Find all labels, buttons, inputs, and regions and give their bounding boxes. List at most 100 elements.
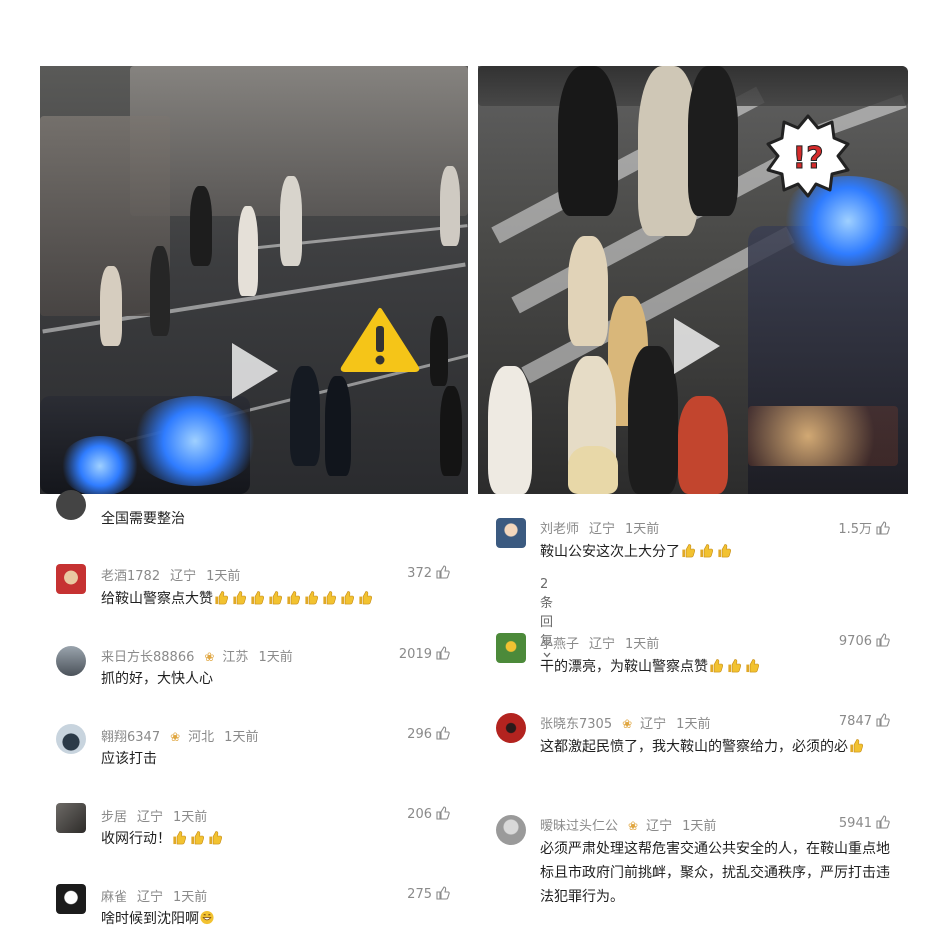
comment-location: 河北 bbox=[188, 730, 215, 745]
comment-body: 干的漂亮，为鞍山警察点赞 bbox=[540, 657, 762, 677]
like-count: 372 bbox=[407, 566, 432, 581]
thumb-emoji-row bbox=[171, 831, 225, 847]
like-button[interactable]: 2019 bbox=[390, 646, 450, 662]
thumbs-up-icon bbox=[436, 565, 450, 579]
comment-text: 应该打击 bbox=[101, 751, 157, 767]
comment-author[interactable]: 暧昧过头仁公 bbox=[540, 819, 618, 834]
verified-badge-icon: ❀ bbox=[622, 717, 633, 731]
comment-time: 1天前 bbox=[173, 890, 208, 905]
thumbs-up-emoji-icon bbox=[287, 591, 301, 605]
avatar[interactable] bbox=[56, 803, 86, 833]
avatar[interactable] bbox=[496, 713, 526, 743]
comment-meta: 步居 辽宁 1天前 bbox=[101, 806, 217, 825]
comment-location: 辽宁 bbox=[640, 717, 667, 732]
thumbs-up-emoji-icon bbox=[191, 831, 205, 845]
like-button[interactable]: 9706 bbox=[822, 633, 890, 649]
like-button[interactable]: 1.5万 bbox=[822, 518, 890, 537]
thumbs-up-icon bbox=[436, 646, 450, 660]
comment-location: 辽宁 bbox=[646, 819, 673, 834]
comment-author[interactable]: 小燕子 bbox=[540, 637, 579, 652]
thumbs-up-emoji-icon bbox=[269, 591, 283, 605]
comment-text: 这都激起民愤了，我大鞍山的警察给力，必须的必 bbox=[540, 739, 848, 755]
comment-author[interactable]: 来日方长88866 bbox=[101, 650, 194, 665]
grin-emoji-icon bbox=[200, 910, 214, 925]
comment-text: 必须严肃处理这帮危害交通公共安全的人，在鞍山重点地标且市政府门前挑衅，聚众，扰乱… bbox=[540, 841, 890, 905]
like-count: 296 bbox=[407, 727, 432, 742]
avatar[interactable] bbox=[56, 884, 86, 914]
avatar[interactable] bbox=[56, 564, 86, 594]
thumbs-up-emoji-icon bbox=[682, 544, 696, 558]
thumbs-up-emoji-icon bbox=[341, 591, 355, 605]
comment-text: 鞍山公安这次上大分了 bbox=[540, 544, 680, 560]
thumbs-up-emoji-icon bbox=[728, 659, 742, 673]
thumbs-up-icon bbox=[436, 726, 450, 740]
svg-text:!?: !? bbox=[792, 141, 823, 176]
thumbs-up-emoji-icon bbox=[209, 831, 223, 845]
shock-exclaim-icon: !? bbox=[766, 114, 850, 198]
comment-time: 1天前 bbox=[224, 730, 259, 745]
like-count: 9706 bbox=[838, 634, 872, 649]
comment-location: 辽宁 bbox=[589, 637, 616, 652]
play-icon[interactable] bbox=[232, 343, 278, 399]
avatar[interactable] bbox=[496, 815, 526, 845]
thumbs-up-emoji-icon bbox=[173, 831, 187, 845]
comment-text: 给鞍山警察点大赞 bbox=[101, 591, 213, 607]
comment-meta: 张晓东7305 ❀ 辽宁 1天前 bbox=[540, 713, 720, 732]
comment-body: 啥时候到沈阳啊 bbox=[101, 909, 217, 929]
comment-author[interactable]: 刘老师 bbox=[540, 522, 579, 537]
comment-location: 辽宁 bbox=[589, 522, 616, 537]
avatar[interactable] bbox=[56, 724, 86, 754]
thumbs-up-emoji-icon bbox=[215, 591, 229, 605]
like-button[interactable]: 372 bbox=[398, 565, 450, 581]
thumbs-up-emoji-icon bbox=[850, 739, 864, 753]
like-button[interactable]: 7847 bbox=[822, 713, 890, 729]
comment-time: 1天前 bbox=[173, 810, 208, 825]
comment-location: 辽宁 bbox=[170, 569, 197, 584]
avatar[interactable] bbox=[496, 633, 526, 663]
like-button[interactable]: 206 bbox=[390, 806, 450, 822]
like-count: 206 bbox=[407, 807, 432, 822]
comment-text: 抓的好，大快人心 bbox=[101, 671, 213, 687]
avatar[interactable] bbox=[56, 646, 86, 676]
thumb-emoji-row bbox=[213, 591, 375, 607]
comment-author[interactable]: 张晓东7305 bbox=[540, 717, 612, 732]
comment-text: 啥时候到沈阳啊 bbox=[101, 911, 199, 927]
thumbs-up-emoji-icon bbox=[718, 544, 732, 558]
thumbs-up-icon bbox=[876, 633, 890, 647]
comment-text: 全国需要整治 bbox=[101, 511, 185, 527]
like-button[interactable]: 296 bbox=[390, 726, 450, 742]
comment-author[interactable]: 麻雀 bbox=[101, 890, 127, 905]
comment-author[interactable]: 步居 bbox=[101, 810, 127, 825]
thumbs-up-icon bbox=[436, 806, 450, 820]
left-video-thumbnail[interactable] bbox=[40, 66, 468, 494]
like-count: 5941 bbox=[838, 816, 872, 831]
thumbs-up-icon bbox=[876, 815, 890, 829]
right-video-thumbnail[interactable]: !? bbox=[478, 66, 908, 494]
thumb-emoji-row bbox=[680, 544, 734, 560]
comment-time: 1天前 bbox=[206, 569, 241, 584]
comment-time: 1天前 bbox=[258, 650, 293, 665]
comment-author[interactable]: 老酒1782 bbox=[101, 569, 160, 584]
avatar[interactable] bbox=[56, 490, 86, 520]
like-button[interactable]: 5941 bbox=[822, 815, 890, 831]
comment-body: 鞍山公安这次上大分了 bbox=[540, 542, 734, 562]
comment-body: 给鞍山警察点大赞 bbox=[101, 589, 375, 609]
comment-author[interactable]: 翱翔6347 bbox=[101, 730, 160, 745]
avatar[interactable] bbox=[496, 518, 526, 548]
comment-location: 辽宁 bbox=[137, 810, 164, 825]
like-count: 1.5万 bbox=[838, 522, 872, 537]
like-button[interactable]: 275 bbox=[390, 886, 450, 902]
comment-meta: 小燕子 辽宁 1天前 bbox=[540, 633, 669, 652]
comment-meta: 暧昧过头仁公 ❀ 辽宁 1天前 bbox=[540, 815, 726, 834]
comment-text: 收网行动！ bbox=[101, 831, 171, 847]
thumbs-up-icon bbox=[436, 886, 450, 900]
verified-badge-icon: ❀ bbox=[204, 650, 215, 664]
verified-badge-icon: ❀ bbox=[628, 819, 639, 833]
comment-meta: 老酒1782 辽宁 1天前 bbox=[101, 565, 250, 584]
thumbs-up-emoji-icon bbox=[233, 591, 247, 605]
comment-time: 1天前 bbox=[676, 717, 711, 732]
thumbs-up-icon bbox=[876, 713, 890, 727]
play-icon[interactable] bbox=[674, 318, 720, 374]
comment-location: 江苏 bbox=[222, 650, 249, 665]
verified-badge-icon: ❀ bbox=[170, 730, 181, 744]
